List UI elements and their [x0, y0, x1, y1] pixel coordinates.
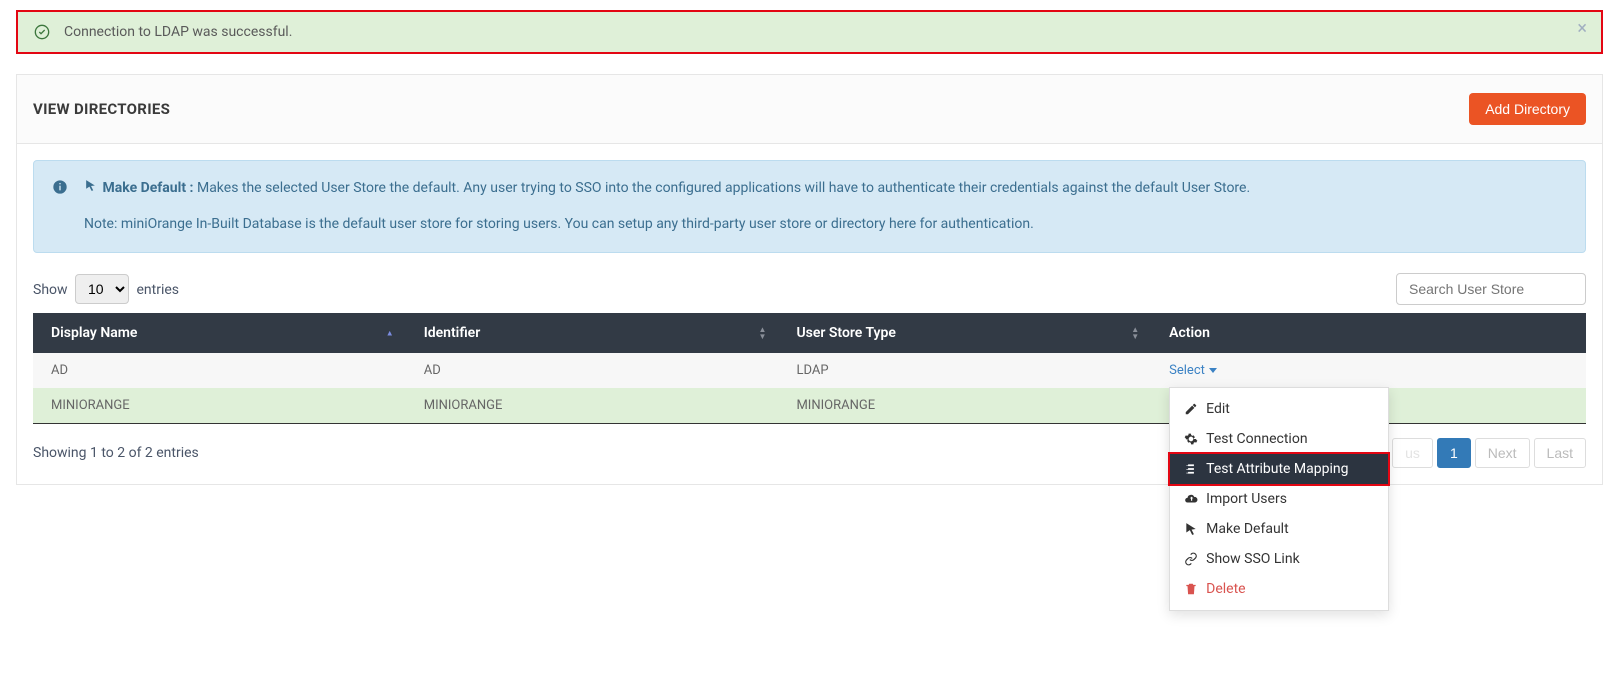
- info-box: Make Default : Makes the selected User S…: [33, 160, 1586, 253]
- pointer-icon: [84, 177, 97, 199]
- table-header-row: Display Name ▲ Identifier ▲▼ User Store …: [33, 313, 1586, 353]
- showing-text: Showing 1 to 2 of 2 entries: [33, 445, 199, 461]
- edit-icon: [1184, 402, 1198, 416]
- panel-header: VIEW DIRECTORIES Add Directory: [17, 75, 1602, 144]
- info-note: Note: miniOrange In-Built Database is th…: [84, 213, 1250, 235]
- sort-icon: ▲▼: [1131, 326, 1139, 340]
- close-icon[interactable]: ×: [1577, 20, 1587, 38]
- page-title: VIEW DIRECTORIES: [33, 100, 170, 118]
- col-display-name[interactable]: Display Name ▲: [33, 313, 406, 353]
- page-next[interactable]: Next: [1475, 438, 1530, 468]
- menu-import-users[interactable]: Import Users: [1170, 484, 1388, 514]
- show-label: Show: [33, 282, 68, 298]
- cell-identifier: AD: [406, 353, 779, 388]
- panel-body: Make Default : Makes the selected User S…: [17, 144, 1602, 484]
- menu-test-connection[interactable]: Test Connection: [1170, 424, 1388, 454]
- menu-edit[interactable]: Edit: [1170, 394, 1388, 424]
- sort-icon: ▲▼: [759, 326, 767, 340]
- add-directory-button[interactable]: Add Directory: [1469, 93, 1586, 125]
- menu-show-sso-link[interactable]: Show SSO Link: [1170, 544, 1388, 574]
- menu-delete[interactable]: Delete: [1170, 574, 1388, 604]
- show-entries: Show 10 entries: [33, 274, 179, 304]
- make-default-text: Makes the selected User Store the defaul…: [197, 180, 1250, 196]
- pointer-icon: [1184, 522, 1198, 536]
- select-action-link[interactable]: Select: [1169, 363, 1217, 378]
- cloud-upload-icon: [1184, 492, 1198, 506]
- col-action: Action: [1151, 313, 1586, 353]
- chevron-down-icon: [1209, 368, 1217, 373]
- info-content: Make Default : Makes the selected User S…: [84, 177, 1250, 236]
- cell-display-name: AD: [33, 353, 406, 388]
- col-user-store-type[interactable]: User Store Type ▲▼: [778, 313, 1151, 353]
- table-controls: Show 10 entries: [33, 273, 1586, 305]
- mapping-icon: [1184, 462, 1198, 476]
- cell-display-name: MINIORANGE: [33, 388, 406, 424]
- table-row: AD AD LDAP Select: [33, 353, 1586, 388]
- info-icon: [52, 177, 68, 236]
- check-circle-icon: [34, 24, 50, 40]
- alert-success: Connection to LDAP was successful. ×: [16, 10, 1603, 54]
- user-store-table: Display Name ▲ Identifier ▲▼ User Store …: [33, 313, 1586, 424]
- gear-icon: [1184, 432, 1198, 446]
- action-dropdown-wrap: Select Edit T: [1169, 363, 1568, 378]
- cell-identifier: MINIORANGE: [406, 388, 779, 424]
- make-default-label: Make Default :: [102, 180, 193, 196]
- menu-test-attribute-mapping[interactable]: Test Attribute Mapping: [1168, 452, 1390, 486]
- sort-icon: ▲: [386, 329, 394, 336]
- page-last[interactable]: Last: [1534, 438, 1586, 468]
- page-previous[interactable]: us: [1392, 438, 1433, 468]
- trash-icon: [1184, 582, 1198, 596]
- action-dropdown-menu: Edit Test Connection Test Attribute Mapp…: [1169, 387, 1389, 611]
- page-1[interactable]: 1: [1437, 438, 1471, 468]
- cell-user-store-type: LDAP: [778, 353, 1151, 388]
- cell-user-store-type: MINIORANGE: [778, 388, 1151, 424]
- page-size-select[interactable]: 10: [75, 274, 129, 304]
- search-input[interactable]: [1396, 273, 1586, 305]
- alert-message: Connection to LDAP was successful.: [64, 24, 292, 40]
- menu-make-default[interactable]: Make Default: [1170, 514, 1388, 544]
- entries-label: entries: [137, 282, 180, 298]
- col-identifier[interactable]: Identifier ▲▼: [406, 313, 779, 353]
- link-icon: [1184, 552, 1198, 566]
- view-directories-panel: VIEW DIRECTORIES Add Directory Make Defa…: [16, 74, 1603, 485]
- cell-action: Select Edit T: [1151, 353, 1586, 388]
